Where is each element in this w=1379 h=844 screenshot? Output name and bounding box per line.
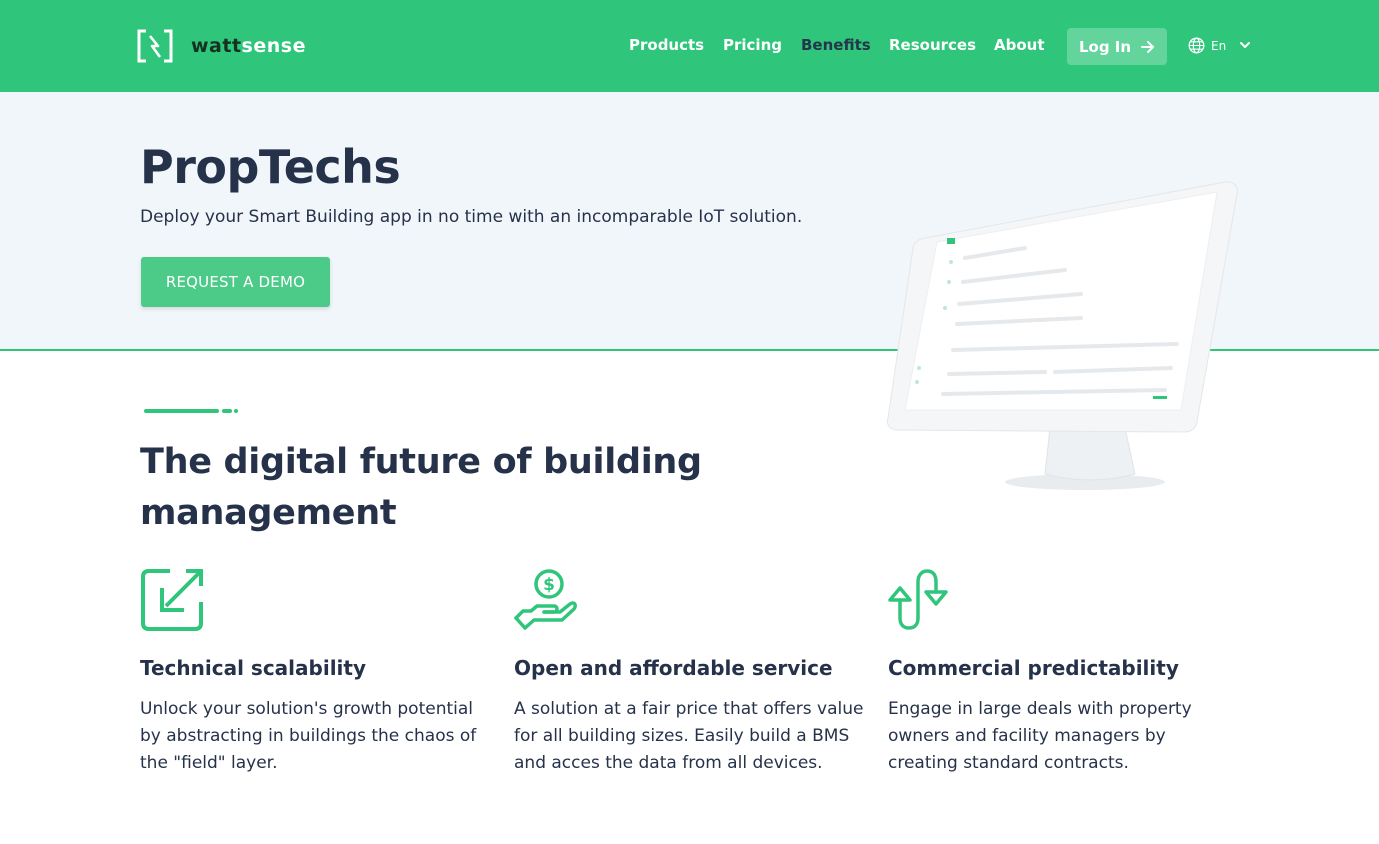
feature-title: Technical scalability — [140, 656, 366, 680]
nav-resources[interactable]: Resources — [889, 36, 976, 54]
nav-benefits[interactable]: Benefits — [801, 36, 871, 54]
nav-pricing[interactable]: Pricing — [723, 36, 782, 54]
globe-icon — [1188, 37, 1205, 54]
site-header: wattsense Products Pricing Benefits Reso… — [0, 0, 1379, 92]
hero-title: PropTechs — [140, 140, 401, 194]
logo[interactable]: wattsense — [136, 28, 306, 64]
hero-subtitle: Deploy your Smart Building app in no tim… — [140, 207, 803, 227]
hand-coin-icon: $ — [514, 569, 577, 630]
chevron-down-icon — [1240, 42, 1251, 48]
login-label: Log In — [1078, 37, 1132, 56]
feature-title: Open and affordable service — [514, 656, 833, 680]
feature-text: A solution at a fair price that offers v… — [514, 699, 864, 773]
language-label: En — [1211, 38, 1227, 53]
language-selector[interactable]: En — [1188, 37, 1251, 54]
nav-about[interactable]: About — [994, 36, 1045, 54]
feature-text: Unlock your solution's growth potential … — [140, 699, 477, 773]
feature-card-predictability: Commercial predictability Engage in larg… — [888, 568, 1238, 773]
login-button[interactable]: Log In — [1067, 28, 1167, 65]
logo-wordmark: wattsense — [191, 35, 306, 57]
up-down-arrows-icon — [888, 569, 948, 630]
nav-products[interactable]: Products — [629, 36, 704, 54]
feature-card-scalability: Technical scalability Unlock your soluti… — [140, 568, 490, 773]
arrow-right-icon — [1141, 40, 1155, 53]
logo-icon — [137, 29, 173, 63]
feature-title: Commercial predictability — [888, 656, 1179, 680]
scalability-arrow-icon — [141, 569, 203, 631]
feature-card-affordable: $ Open and affordable service A solution… — [514, 568, 864, 773]
svg-text:$: $ — [543, 575, 555, 595]
section-title: The digital future of building managemen… — [140, 442, 702, 533]
request-demo-button[interactable]: REQUEST A DEMO — [141, 257, 330, 307]
decorative-line — [144, 409, 238, 413]
monitor-illustration — [887, 181, 1238, 490]
feature-text: Engage in large deals with property owne… — [888, 699, 1192, 773]
